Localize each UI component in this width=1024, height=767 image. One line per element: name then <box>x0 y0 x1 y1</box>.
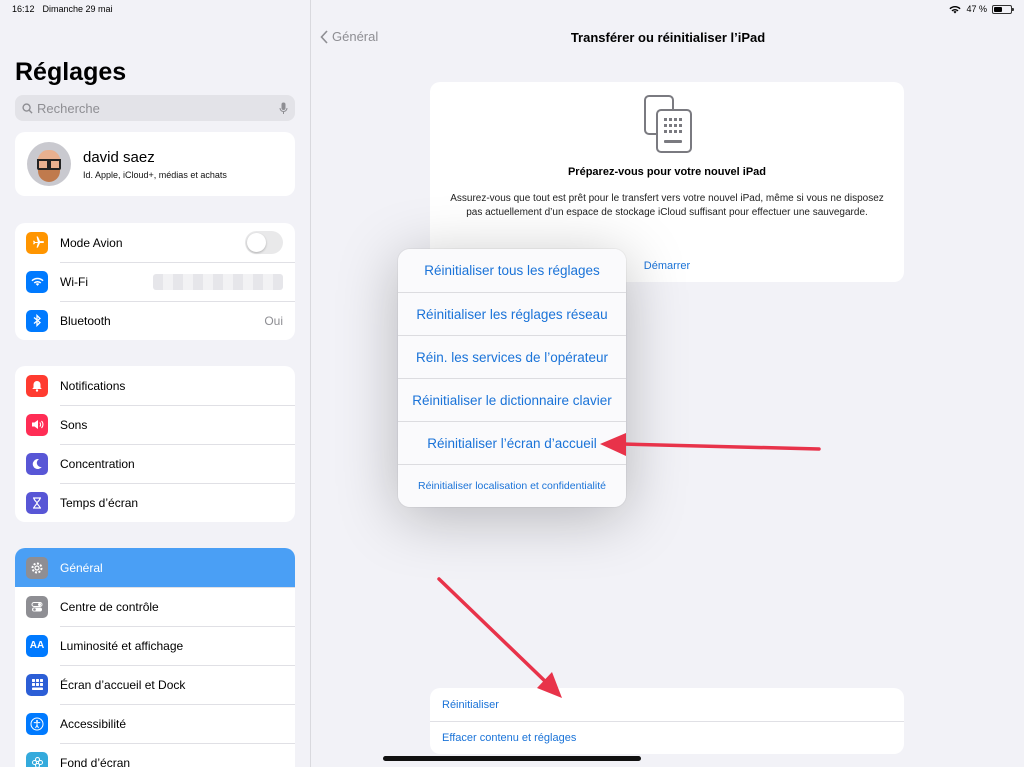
sidebar-item-mode-avion[interactable]: Mode Avion <box>15 223 295 262</box>
sidebar-item-wifi[interactable]: Wi-Fi <box>15 262 295 301</box>
sidebar-item-label: Centre de contrôle <box>60 600 159 614</box>
airplane-icon <box>26 231 48 254</box>
status-date: Dimanche 29 mai <box>42 4 113 14</box>
search-field[interactable]: Recherche <box>15 95 295 121</box>
switches-icon <box>26 595 48 618</box>
avatar <box>27 142 71 186</box>
gear-icon <box>26 556 48 579</box>
card-title: Préparez-vous pour votre nouvel iPad <box>567 166 767 178</box>
sidebar-item-label: Mode Avion <box>60 235 123 250</box>
speaker-icon <box>26 413 48 436</box>
sidebar-item-general[interactable]: Général <box>15 548 295 587</box>
sidebar-item-label: Accessibilité <box>60 717 127 731</box>
sidebar-item-sons[interactable]: Sons <box>15 405 295 444</box>
ipad-transfer-icon <box>644 95 692 153</box>
status-bar: 16:12 Dimanche 29 mai 47 % <box>0 0 1024 18</box>
sidebar-item-centre-controle[interactable]: Centre de contrôle <box>15 587 295 626</box>
sidebar-item-label: Sons <box>60 418 88 432</box>
sidebar-item-label: Notifications <box>60 378 126 393</box>
general-group: Général Centre de contrôle AA Luminosité… <box>15 548 295 767</box>
sidebar-item-concentration[interactable]: Concentration <box>15 444 295 483</box>
sidebar-item-luminosite[interactable]: AA Luminosité et affichage <box>15 626 295 665</box>
sidebar-item-label: Concentration <box>60 457 135 471</box>
menu-reset-home-screen[interactable]: Réinitialiser l’écran d’accueil <box>398 421 626 464</box>
sidebar-item-label: Fond d’écran <box>60 756 131 767</box>
hourglass-icon <box>26 491 48 514</box>
effacer-contenu-button[interactable]: Effacer contenu et réglages <box>430 721 904 754</box>
menu-reset-network-settings[interactable]: Réinitialiser les réglages réseau <box>398 292 626 335</box>
bluetooth-icon <box>26 309 48 332</box>
sidebar-item-label: Écran d’accueil et Dock <box>60 678 186 692</box>
sidebar-item-fond-ecran[interactable]: Fond d’écran <box>15 743 295 767</box>
profile-subtitle: Id. Apple, iCloud+, médias et achats <box>83 169 227 180</box>
reinitialiser-button[interactable]: Réinitialiser <box>430 688 904 721</box>
notifications-group: Notifications Sons Concentration Temps d… <box>15 366 295 522</box>
menu-reset-location-privacy[interactable]: Réinitialiser localisation et confidenti… <box>398 464 626 507</box>
text-size-icon: AA <box>26 634 48 657</box>
battery-percent: 47 % <box>966 4 987 14</box>
sidebar-item-bluetooth[interactable]: Bluetooth Oui <box>15 301 295 340</box>
sidebar-item-ecran-accueil[interactable]: Écran d’accueil et Dock <box>15 665 295 704</box>
profile-name: david saez <box>83 148 155 166</box>
grid-icon <box>26 673 48 696</box>
bluetooth-value: Oui <box>264 314 283 328</box>
sidebar-item-label: Wi-Fi <box>60 275 88 289</box>
sidebar-item-notifications[interactable]: Notifications <box>15 366 295 405</box>
wifi-network-blurred <box>153 274 283 290</box>
wifi-status-icon <box>949 5 962 13</box>
bell-icon <box>26 374 48 397</box>
reset-options-group: Réinitialiser Effacer contenu et réglage… <box>430 688 904 754</box>
connectivity-group: Mode Avion Wi-Fi Bluetooth Oui <box>15 223 295 340</box>
flower-icon <box>26 751 48 767</box>
page-title: Transférer ou réinitialiser l’iPad <box>570 30 766 45</box>
menu-reset-carrier-services[interactable]: Réin. les services de l’opérateur <box>398 335 626 378</box>
search-input[interactable]: Recherche <box>37 101 100 116</box>
wifi-icon <box>26 270 48 293</box>
status-time: 16:12 <box>12 4 35 14</box>
apple-id-profile[interactable]: david saez Id. Apple, iCloud+, médias et… <box>15 132 295 196</box>
moon-icon <box>26 452 48 475</box>
microphone-icon[interactable] <box>279 102 288 115</box>
accessibility-icon <box>26 712 48 735</box>
sidebar-item-label: Temps d’écran <box>60 496 139 510</box>
search-icon <box>22 102 33 114</box>
sidebar-item-label: Bluetooth <box>60 314 111 328</box>
sidebar: Réglages Recherche david saez Id. Apple,… <box>0 0 311 767</box>
menu-reset-all-settings[interactable]: Réinitialiser tous les réglages <box>398 249 626 292</box>
sidebar-item-temps-ecran[interactable]: Temps d’écran <box>15 483 295 522</box>
sidebar-title: Réglages <box>15 58 127 86</box>
sidebar-item-label: Luminosité et affichage <box>60 639 184 653</box>
sidebar-item-accessibilite[interactable]: Accessibilité <box>15 704 295 743</box>
airplane-mode-toggle[interactable] <box>245 231 283 254</box>
sidebar-item-label: Général <box>60 560 103 575</box>
reset-menu: Réinitialiser tous les réglages Réinitia… <box>398 249 626 507</box>
home-indicator[interactable] <box>383 756 641 761</box>
battery-icon <box>992 4 1014 14</box>
card-description: Assurez-vous que tout est prêt pour le t… <box>450 193 884 218</box>
menu-reset-keyboard-dictionary[interactable]: Réinitialiser le dictionnaire clavier <box>398 378 626 421</box>
